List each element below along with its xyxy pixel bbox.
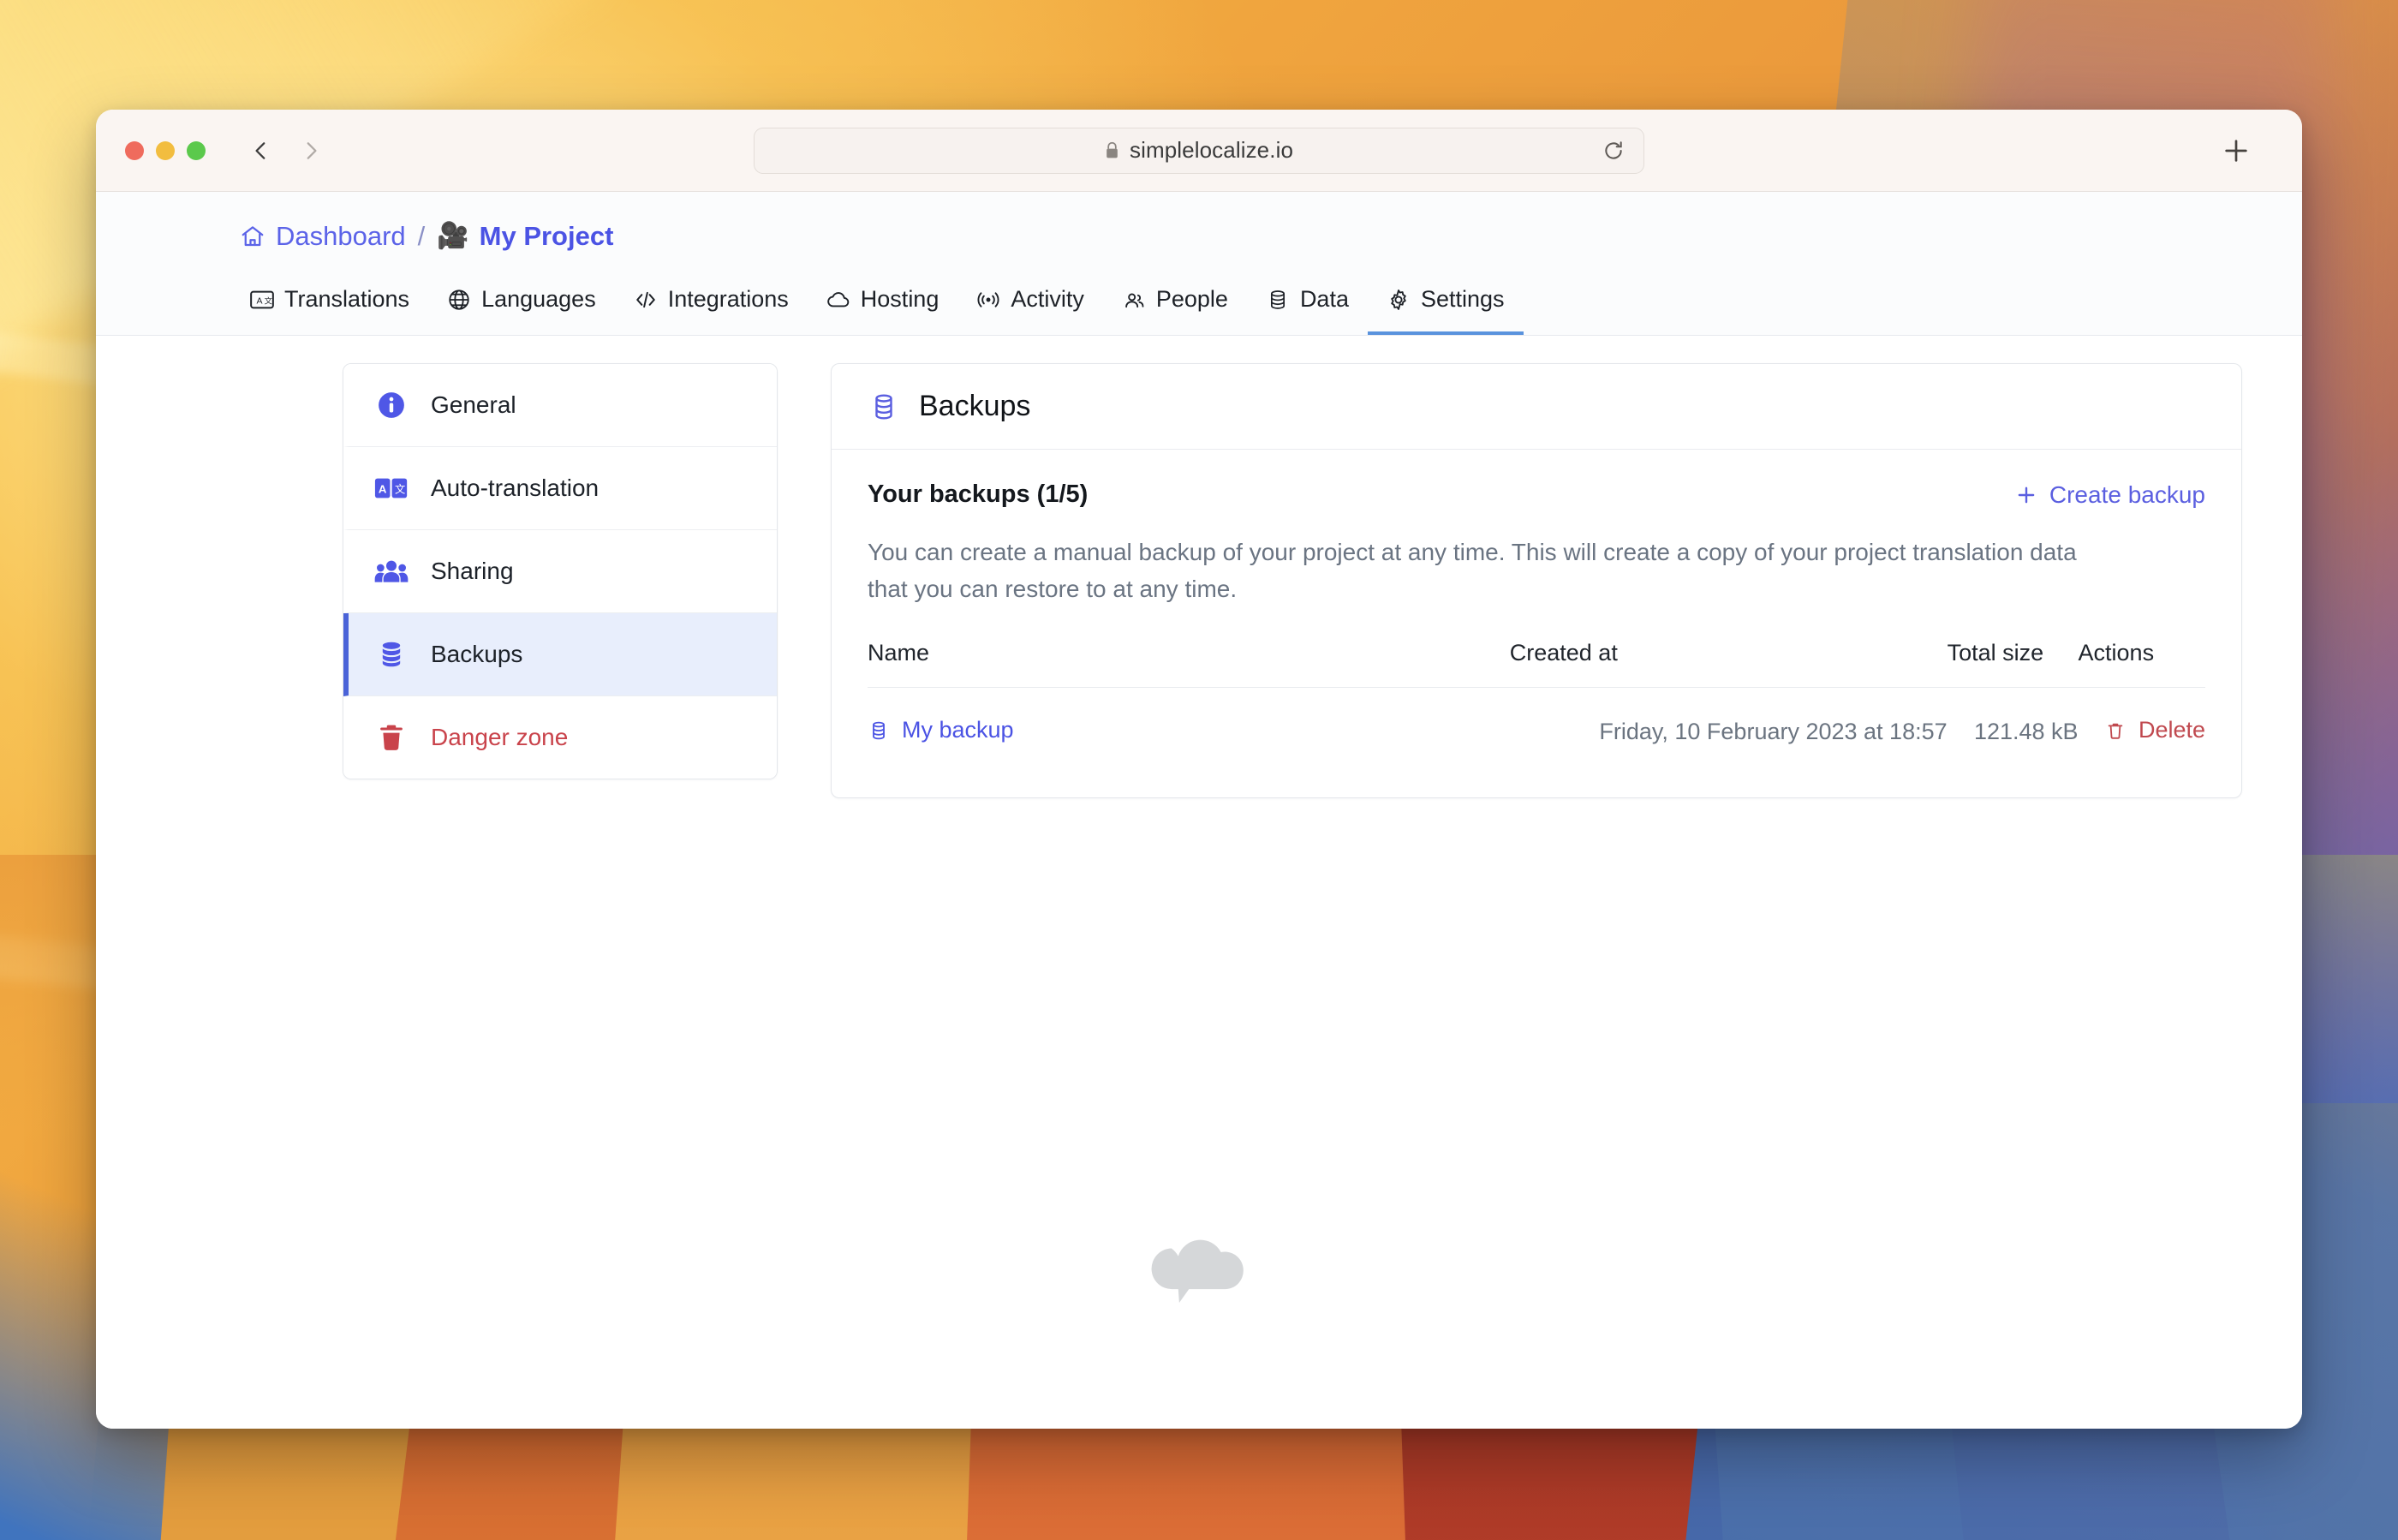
panel-body: Your backups (1/5) Create backup You can…: [832, 450, 2241, 797]
page-header: Dashboard / 🎥 My Project A 文 Translation…: [96, 192, 2302, 336]
zoom-window-button[interactable]: [187, 140, 206, 160]
reload-icon[interactable]: [1602, 140, 1625, 162]
sidebar-item-label: Auto-translation: [431, 475, 600, 501]
breadcrumb-dashboard-link[interactable]: Dashboard: [276, 221, 406, 252]
panel-header: Backups: [832, 364, 2241, 450]
tab-label: Languages: [481, 286, 596, 312]
project-nav-tabs: A 文 Translations Languages Integrations …: [96, 278, 2302, 335]
column-header-created-at: Created at: [1509, 640, 1948, 689]
gear-icon: [1387, 288, 1411, 312]
tab-label: Activity: [1011, 286, 1084, 312]
url-text: simplelocalize.io: [1130, 137, 1293, 163]
plus-icon: [2015, 484, 2037, 506]
cloud-icon: [826, 288, 850, 312]
project-emoji-icon: 🎥: [437, 222, 469, 250]
svg-text:文: 文: [395, 483, 405, 496]
tab-activity[interactable]: Activity: [957, 278, 1103, 335]
tab-label: Settings: [1420, 286, 1505, 312]
backup-name-link[interactable]: My backup: [868, 717, 1014, 743]
desktop-wallpaper: simplelocalize.io Dashboard / 🎥 My Proje…: [0, 0, 2398, 1540]
database-icon: [868, 718, 890, 743]
browser-nav-buttons: [250, 140, 322, 162]
browser-toolbar: simplelocalize.io: [96, 110, 2302, 192]
settings-content: General A 文 Auto-translation Sharing Bac…: [96, 336, 2302, 1429]
window-controls[interactable]: [125, 140, 206, 160]
section-title: Your backups (1/5): [868, 481, 1089, 508]
chevron-right-icon[interactable]: [300, 140, 322, 162]
backups-description: You can create a manual backup of your p…: [868, 539, 2077, 602]
translate-box-icon: A 文: [374, 471, 409, 505]
svg-text:A: A: [256, 295, 262, 306]
database-icon: [1266, 288, 1290, 312]
settings-sidebar: General A 文 Auto-translation Sharing Bac…: [343, 363, 778, 779]
tab-label: Data: [1299, 286, 1349, 312]
page-title: Backups: [919, 390, 1031, 422]
trash-icon: [2104, 718, 2127, 743]
info-circle-icon: [374, 388, 409, 422]
backups-toolbar: Your backups (1/5) Create backup: [868, 481, 2205, 509]
browser-window: simplelocalize.io Dashboard / 🎥 My Proje…: [96, 110, 2302, 1429]
cell-backup-name: My backup: [868, 688, 1510, 760]
breadcrumb-project-name[interactable]: My Project: [480, 221, 614, 252]
sidebar-item-sharing[interactable]: Sharing: [343, 530, 777, 613]
tab-label: Integrations: [667, 286, 789, 312]
chat-cloud-icon[interactable]: [1142, 1223, 1261, 1324]
sidebar-item-label: General: [431, 391, 516, 418]
people-group-icon: [374, 554, 409, 588]
database-icon: [374, 637, 409, 672]
people-icon: [1122, 288, 1146, 312]
database-icon: [868, 391, 900, 423]
cell-total-size: 121.48 kB: [1973, 719, 2079, 745]
globe-icon: [447, 288, 471, 312]
column-header-actions: Actions: [2078, 640, 2205, 689]
code-brackets-icon: [634, 288, 658, 312]
column-header-total-size: Total size: [1947, 640, 2079, 689]
delete-backup-button[interactable]: Delete: [2104, 717, 2205, 743]
backups-table: Name Created at Total size Actions My ba…: [868, 640, 2205, 760]
sidebar-item-backups[interactable]: Backups: [343, 613, 777, 696]
cell-created-at: Friday, 10 February 2023 at 18:57: [1599, 719, 1948, 745]
breadcrumb-separator: /: [417, 221, 426, 251]
tab-translations[interactable]: A 文 Translations: [231, 278, 428, 335]
svg-text:文: 文: [265, 295, 272, 305]
create-backup-button[interactable]: Create backup: [2015, 481, 2205, 509]
table-row: My backup Friday, 10 February 2023 at 18…: [868, 688, 2205, 760]
close-window-button[interactable]: [125, 140, 144, 160]
trash-icon: [374, 720, 409, 755]
tab-people[interactable]: People: [1103, 278, 1247, 335]
sidebar-item-general[interactable]: General: [343, 364, 777, 447]
svg-text:A: A: [379, 483, 387, 496]
sidebar-item-label: Sharing: [431, 558, 514, 584]
tab-integrations[interactable]: Integrations: [615, 278, 808, 335]
tab-settings[interactable]: Settings: [1367, 278, 1524, 335]
translate-box-icon: A 文: [250, 288, 274, 312]
backup-name-label: My backup: [902, 717, 1014, 743]
delete-backup-label: Delete: [2138, 717, 2205, 743]
column-header-name: Name: [868, 640, 1510, 689]
home-icon[interactable]: [240, 224, 265, 249]
sidebar-item-danger-zone[interactable]: Danger zone: [343, 696, 777, 779]
table-header-row: Name Created at Total size Actions: [868, 640, 2205, 689]
breadcrumb: Dashboard / 🎥 My Project: [96, 192, 2302, 278]
tab-data[interactable]: Data: [1247, 278, 1368, 335]
tab-label: People: [1155, 286, 1228, 312]
tab-label: Translations: [284, 286, 410, 312]
minimize-window-button[interactable]: [156, 140, 175, 160]
tab-languages[interactable]: Languages: [428, 278, 615, 335]
backups-panel: Backups Your backups (1/5) Create backup…: [831, 363, 2242, 798]
broadcast-icon: [976, 288, 1000, 312]
new-tab-button[interactable]: [2222, 136, 2251, 165]
tab-label: Hosting: [860, 286, 940, 312]
sidebar-item-label: Backups: [431, 641, 523, 667]
create-backup-label: Create backup: [2049, 481, 2205, 508]
lock-icon: [1105, 141, 1119, 159]
chevron-left-icon[interactable]: [250, 140, 272, 162]
cell-actions: Delete: [2079, 688, 2205, 760]
sidebar-item-label: Danger zone: [431, 724, 569, 750]
sidebar-item-auto-translation[interactable]: A 文 Auto-translation: [343, 447, 777, 530]
tab-hosting[interactable]: Hosting: [808, 278, 958, 335]
address-bar[interactable]: simplelocalize.io: [754, 127, 1644, 174]
